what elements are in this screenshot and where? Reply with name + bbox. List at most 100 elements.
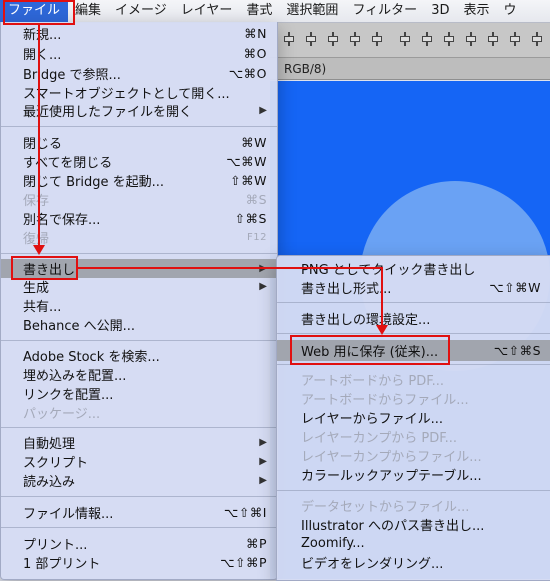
menu-item-shortcut: ⇧⌘W	[230, 173, 267, 188]
menu-item-scripts[interactable]: スクリプト ▶	[1, 452, 277, 471]
menu-item-shortcut: ⌥⇧⌘P	[220, 555, 267, 570]
menu-item-render-video[interactable]: ビデオをレンダリング...	[277, 553, 550, 572]
menu-select[interactable]: 選択範囲	[279, 0, 345, 22]
submenu-arrow-icon: ▶	[259, 263, 267, 274]
menu-item-close[interactable]: 閉じる ⌘W	[1, 133, 277, 152]
menu-item-label: レイヤーカンプからファイル...	[301, 450, 482, 465]
menu-item-quick-export-png[interactable]: PNG としてクイック書き出し	[277, 259, 550, 278]
menu-item-label: 復帰	[23, 232, 50, 247]
menu-window[interactable]: ウ	[496, 0, 523, 22]
menu-item-layer-comps-to-files: レイヤーカンプからファイル...	[277, 446, 550, 465]
align-middle-icon[interactable]	[370, 32, 384, 46]
align-left-icon[interactable]	[282, 32, 296, 46]
menu-item-import[interactable]: 読み込み ▶	[1, 471, 277, 490]
menu-item-save: 保存 ⌘S	[1, 190, 277, 209]
menu-item-shortcut: ⌥⇧⌘I	[223, 505, 267, 520]
menu-item-shortcut: ⌘N	[244, 26, 267, 41]
distribute-bottom-icon[interactable]	[442, 32, 456, 46]
distribute-horizontal-icon[interactable]	[530, 32, 544, 46]
menu-item-new[interactable]: 新規... ⌘N	[1, 24, 277, 43]
align-top-icon[interactable]	[348, 32, 362, 46]
menu-item-label: 自動処理	[23, 437, 76, 452]
menu-item-browse-bridge[interactable]: Bridge で参照... ⌥⌘O	[1, 64, 277, 83]
menu-item-label: Adobe Stock を検索...	[23, 350, 160, 365]
menu-item-print-one-copy[interactable]: 1 部プリント ⌥⇧⌘P	[1, 553, 277, 572]
align-center-icon[interactable]	[304, 32, 318, 46]
menu-item-open-recent[interactable]: 最近使用したファイルを開く ▶	[1, 101, 277, 120]
menu-item-label: Illustrator へのパス書き出し...	[301, 519, 485, 534]
menu-separator	[277, 302, 550, 303]
menu-item-close-and-go-to-bridge[interactable]: 閉じて Bridge を起動... ⇧⌘W	[1, 171, 277, 190]
menu-item-place-linked[interactable]: リンクを配置...	[1, 384, 277, 403]
menu-filter[interactable]: フィルター	[345, 0, 424, 22]
menu-item-print[interactable]: プリント... ⌘P	[1, 534, 277, 553]
menu-item-label: Bridge で参照...	[23, 68, 121, 83]
menu-item-label: Behance へ公開...	[23, 319, 136, 334]
menu-item-package: パッケージ...	[1, 403, 277, 422]
menu-layer[interactable]: レイヤー	[174, 0, 240, 22]
menu-item-color-lookup-tables[interactable]: カラールックアップテーブル...	[277, 465, 550, 484]
menu-item-layers-to-files[interactable]: レイヤーからファイル...	[277, 408, 550, 427]
menu-item-label: 閉じる	[23, 137, 63, 152]
annotation-box-export	[11, 256, 78, 280]
menu-item-zoomify[interactable]: Zoomify...	[277, 534, 550, 553]
menu-item-label: プリント...	[23, 538, 88, 553]
menu-item-artboards-to-pdf: アートボードから PDF...	[277, 370, 550, 389]
menu-3d[interactable]: 3D	[424, 0, 456, 22]
menu-item-label: ファイル情報...	[23, 507, 114, 522]
menu-item-shortcut: ⌥⌘W	[226, 154, 267, 169]
menu-item-label: 別名で保存...	[23, 213, 101, 228]
menu-item-label: 新規...	[23, 28, 62, 43]
menu-separator	[1, 427, 277, 428]
menu-item-label: データセットからファイル...	[301, 500, 470, 515]
menu-item-layer-comps-to-pdf: レイヤーカンプから PDF...	[277, 427, 550, 446]
menu-item-shortcut: ⌘O	[243, 46, 267, 61]
menu-item-export-preferences[interactable]: 書き出しの環境設定...	[277, 309, 550, 328]
menu-item-artboards-to-files: アートボードからファイル...	[277, 389, 550, 408]
menu-item-label: すべてを閉じる	[23, 156, 113, 171]
distribute-center-icon[interactable]	[486, 32, 500, 46]
menu-view[interactable]: 表示	[456, 0, 496, 22]
document-tab[interactable]: RGB/8)	[270, 58, 550, 80]
align-right-icon[interactable]	[326, 32, 340, 46]
distribute-top-icon[interactable]	[398, 32, 412, 46]
menu-item-share[interactable]: 共有...	[1, 296, 277, 315]
menu-item-label: レイヤーからファイル...	[301, 412, 444, 427]
menu-item-label: 読み込み	[23, 475, 76, 490]
menu-item-shortcut: ⌥⇧⌘W	[489, 280, 541, 295]
menu-item-shortcut: F12	[247, 232, 267, 243]
menu-item-shortcut: ⌥⇧⌘S	[493, 343, 541, 358]
submenu-arrow-icon: ▶	[259, 456, 267, 467]
distribute-left-icon[interactable]	[464, 32, 478, 46]
menu-item-export-as[interactable]: 書き出し形式... ⌥⇧⌘W	[277, 278, 550, 297]
menu-item-label: レイヤーカンプから PDF...	[301, 431, 457, 446]
options-bar	[270, 23, 550, 58]
distribute-right-icon[interactable]	[508, 32, 522, 46]
menu-item-automate[interactable]: 自動処理 ▶	[1, 433, 277, 452]
menu-item-open-smart-object[interactable]: スマートオブジェクトとして開く...	[1, 83, 277, 102]
menu-item-publish-behance[interactable]: Behance へ公開...	[1, 315, 277, 334]
menu-item-open[interactable]: 開く... ⌘O	[1, 44, 277, 63]
submenu-arrow-icon: ▶	[259, 475, 267, 486]
menu-item-label: パッケージ...	[23, 407, 101, 422]
export-submenu: PNG としてクイック書き出し 書き出し形式... ⌥⇧⌘W 書き出しの環境設定.…	[276, 255, 550, 581]
menu-item-shortcut: ⌘S	[245, 192, 267, 207]
menu-item-place-embedded[interactable]: 埋め込みを配置...	[1, 365, 277, 384]
menu-item-label: リンクを配置...	[23, 388, 114, 403]
menu-item-shortcut: ⌘P	[245, 536, 267, 551]
menu-image[interactable]: イメージ	[108, 0, 174, 22]
menu-item-close-all[interactable]: すべてを閉じる ⌥⌘W	[1, 152, 277, 171]
menu-item-label: 開く...	[23, 48, 62, 63]
menu-separator	[1, 340, 277, 341]
menu-item-search-adobe-stock[interactable]: Adobe Stock を検索...	[1, 346, 277, 365]
distribute-middle-icon[interactable]	[420, 32, 434, 46]
menu-separator	[277, 333, 550, 334]
menu-item-save-as[interactable]: 別名で保存... ⇧⌘S	[1, 209, 277, 228]
annotation-box-file-menu	[3, 0, 75, 25]
menu-item-label: 1 部プリント	[23, 557, 101, 572]
menu-item-file-info[interactable]: ファイル情報... ⌥⇧⌘I	[1, 503, 277, 522]
menu-item-data-sets-to-files: データセットからファイル...	[277, 496, 550, 515]
menu-type[interactable]: 書式	[239, 0, 279, 22]
menu-item-label: 閉じて Bridge を起動...	[23, 175, 165, 190]
menu-item-paths-to-illustrator[interactable]: Illustrator へのパス書き出し...	[277, 515, 550, 534]
